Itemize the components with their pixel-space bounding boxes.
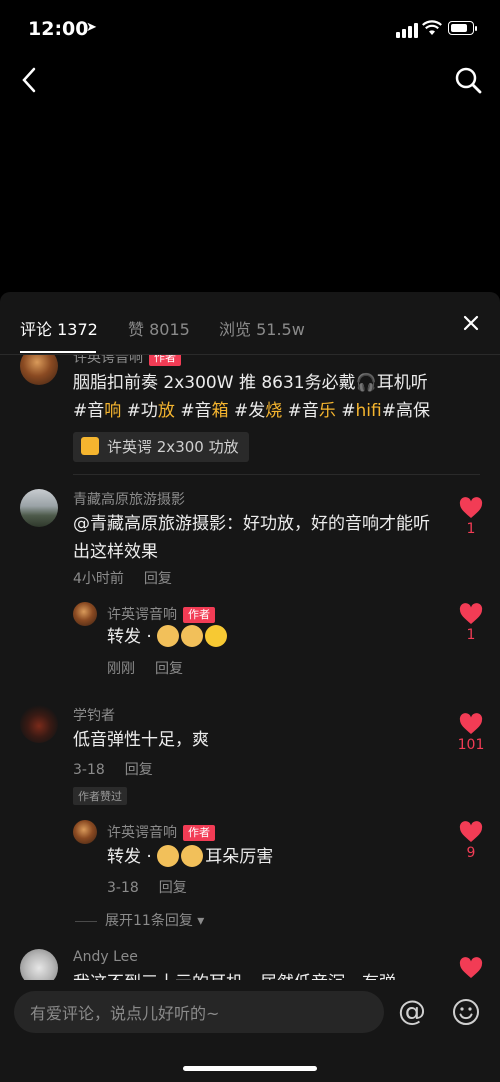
hashtag[interactable]: #发烧 [234, 401, 282, 421]
author-name: 许英谔音响 [73, 355, 143, 366]
reply-author-name[interactable]: 许英谔音响 作者 [107, 822, 215, 842]
reply-meta: 刚刚 回复 [107, 658, 183, 678]
like-button[interactable]: 101 [451, 713, 491, 753]
heart-icon [459, 821, 483, 842]
reply-button[interactable]: 回复 [155, 661, 183, 677]
chevron-down-icon: ▾ [197, 913, 205, 929]
hashtag[interactable]: #音响 [73, 401, 121, 421]
back-icon[interactable] [18, 66, 42, 94]
heart-icon [459, 497, 483, 518]
post-line: 胭脂扣前奏 2x300W 推 8631务必戴🎧耳机听 [73, 373, 428, 393]
avatar[interactable] [20, 489, 58, 527]
thumbs-up-emoji-icon [157, 845, 180, 867]
clap-emoji-icon [181, 845, 204, 867]
hashtag-line: #音响 #功放 #音箱 #发烧 #音乐 #hifi#高保 [73, 397, 473, 425]
like-count: 101 [457, 737, 485, 753]
reply-button[interactable]: 回复 [144, 571, 172, 587]
at-icon[interactable]: @ [398, 994, 426, 1027]
wifi-icon [422, 20, 442, 35]
expand-replies-button[interactable]: 展开11条回复 ▾ [75, 910, 204, 930]
reply-time: 刚刚 [107, 661, 135, 677]
hashtag[interactable]: #音箱 [180, 401, 228, 421]
heart-icon [459, 603, 483, 624]
comment-list: 许英谔音响 作者 胭脂扣前奏 2x300W 推 8631务必戴🎧耳机听 #音响 #… [0, 355, 500, 980]
reply-button[interactable]: 回复 [159, 880, 187, 896]
comment-author-name[interactable]: 学钓者 [73, 705, 115, 725]
hashtag[interactable]: #高保 [382, 401, 430, 421]
angry-face-emoji-icon [205, 625, 228, 647]
author-tag: 作者 [183, 825, 215, 841]
status-bar: 12:00 ➤ [0, 0, 500, 60]
comment-meta: 3-18 回复 [73, 759, 153, 779]
cart-icon [81, 436, 99, 455]
like-button[interactable]: 1 [451, 497, 491, 537]
tab-underline [20, 351, 96, 353]
hashtag[interactable]: #hifi [341, 401, 381, 421]
clap-emoji-icon [157, 625, 180, 647]
tab-likes[interactable]: 赞 8015 [128, 316, 190, 340]
comment-text: @青藏高原旅游摄影：好功放，好的音响才能听出这样效果 [73, 514, 430, 562]
like-button[interactable]: 1 [451, 603, 491, 643]
tab-views[interactable]: 浏览 51.5w [219, 316, 305, 340]
comment-input-box[interactable] [14, 991, 384, 1035]
comment-meta: 4小时前 回复 [73, 568, 172, 588]
comment-text: 低音弹性十足，爽 [73, 730, 209, 750]
author-tag: 作者 [149, 355, 181, 366]
battery-icon [448, 21, 477, 35]
like-button[interactable] [451, 957, 491, 979]
status-time: 12:00 [28, 18, 89, 40]
avatar[interactable] [20, 355, 58, 385]
avatar[interactable] [73, 602, 97, 626]
avatar[interactable] [73, 820, 97, 844]
post-author-name[interactable]: 许英谔音响 作者 [73, 355, 181, 367]
like-button[interactable]: 9 [451, 821, 491, 861]
hashtag[interactable]: #功放 [127, 401, 175, 421]
comment-text: 我这不到三十元的耳机，居然低音沉，有弹 [73, 969, 438, 980]
home-indicator [183, 1066, 317, 1071]
heart-icon [459, 957, 483, 978]
author-tag: 作者 [183, 607, 215, 623]
signal-icon [396, 22, 418, 38]
avatar[interactable] [20, 949, 58, 980]
search-icon[interactable] [454, 66, 482, 94]
comment-author-name[interactable]: 青藏高原旅游摄影 [73, 489, 185, 509]
reply-time: 3-18 [107, 880, 139, 896]
close-icon[interactable] [460, 312, 482, 334]
product-link[interactable]: 许英谔 2x300 功放 [73, 432, 249, 462]
comment-author-name[interactable]: Andy Lee [73, 949, 138, 965]
liked-by-author-badge: 作者赞过 [73, 787, 127, 805]
comment-time: 4小时前 [73, 571, 124, 587]
comment-tabs: 评论 1372 赞 8015 浏览 51.5w [0, 292, 500, 355]
smile-icon[interactable] [452, 998, 480, 1026]
reply-button[interactable]: 回复 [125, 762, 153, 778]
heart-icon [459, 713, 483, 734]
reply-author-name[interactable]: 许英谔音响 作者 [107, 604, 215, 624]
like-count: 9 [466, 845, 476, 861]
location-arrow-icon: ➤ [86, 20, 97, 35]
tab-comments[interactable]: 评论 1372 [20, 316, 98, 340]
like-count: 1 [466, 627, 476, 643]
avatar[interactable] [20, 705, 58, 743]
comment-time: 3-18 [73, 762, 105, 778]
thumbs-up-emoji-icon [181, 625, 204, 647]
post-text: 胭脂扣前奏 2x300W 推 8631务必戴🎧耳机听 #音响 #功放 #音箱 #… [73, 369, 473, 425]
comment-input[interactable] [28, 991, 372, 1035]
reply-meta: 3-18 回复 [107, 877, 187, 897]
divider [73, 474, 480, 475]
product-label: 许英谔 2x300 功放 [107, 438, 239, 456]
hashtag[interactable]: #音乐 [288, 401, 336, 421]
reply-text: 转发 · 耳朵厉害 [107, 845, 274, 867]
reply-text: 转发 · [107, 623, 407, 651]
like-count: 1 [466, 521, 476, 537]
